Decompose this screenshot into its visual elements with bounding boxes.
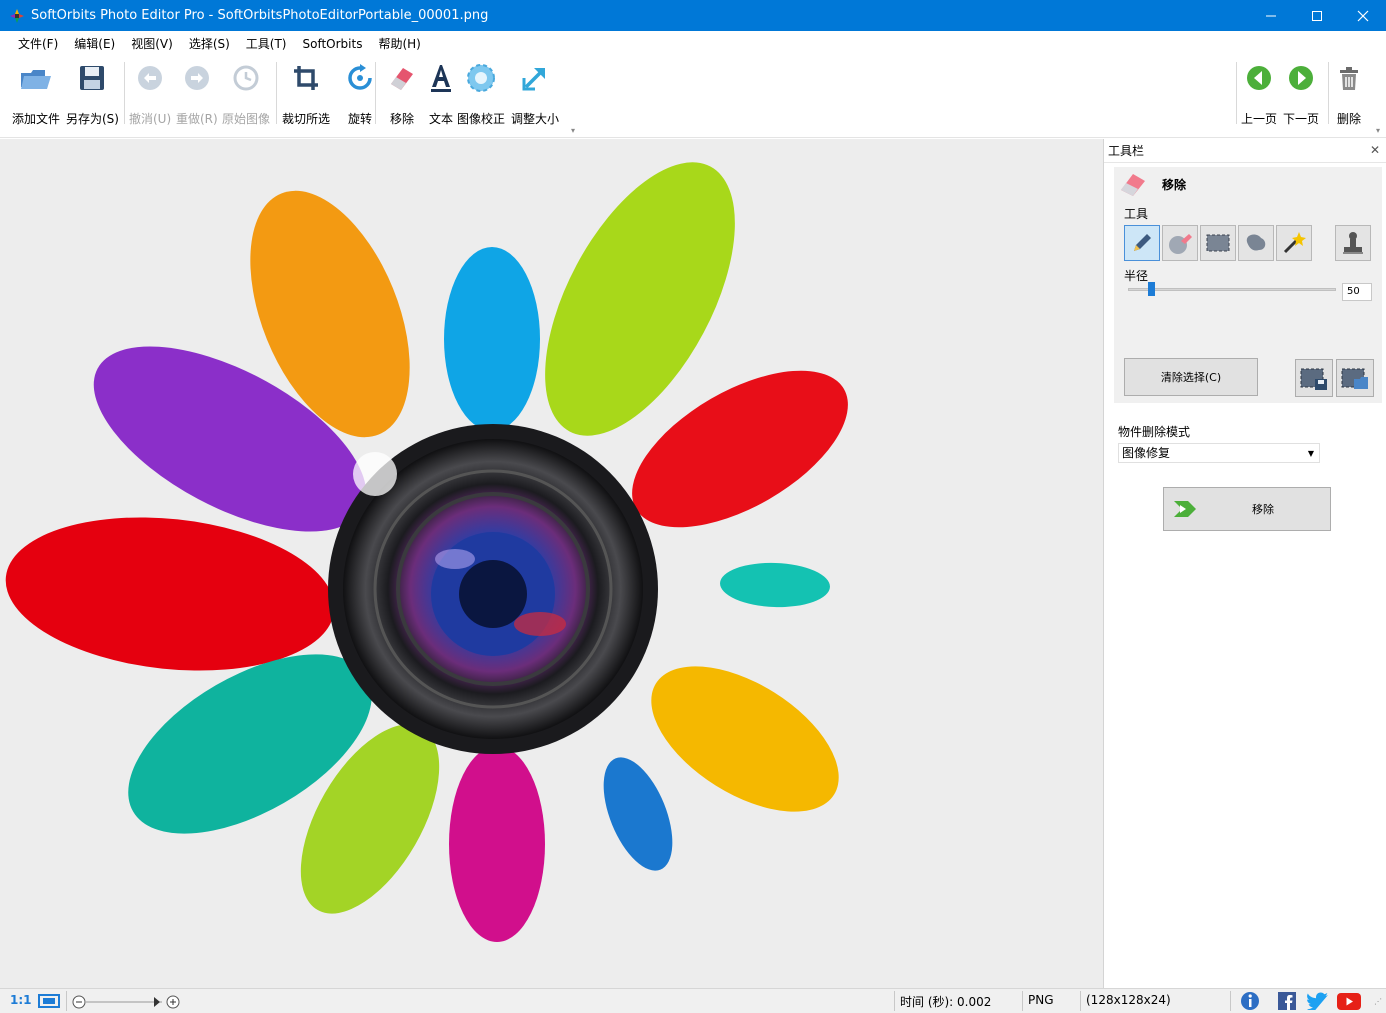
undo-button[interactable]: 撤消(U) xyxy=(129,60,171,128)
save-mask-icon xyxy=(1300,368,1327,390)
image-correction-button[interactable]: 图像校正 xyxy=(457,60,505,128)
toolbar: 添加文件 另存为(S) 撤消(U) 重做(R) 原始图像 裁切所选 旋转 移除 … xyxy=(0,56,1386,138)
radius-slider[interactable] xyxy=(1128,288,1336,291)
eraser-icon xyxy=(391,68,413,90)
panel-close-icon[interactable]: ✕ xyxy=(1370,143,1380,157)
pencil-icon xyxy=(1134,234,1151,251)
toolbar-overflow-icon[interactable]: ▾ xyxy=(571,126,575,135)
save-selection-button[interactable] xyxy=(1295,359,1333,397)
app-logo-icon xyxy=(10,8,24,23)
radius-slider-thumb[interactable] xyxy=(1148,282,1155,296)
eraser-brush-icon xyxy=(1169,234,1192,254)
status-bar: 1:1 时间 (秒): 0.002 PNG (128x128x24) ⋰ xyxy=(0,988,1386,1013)
next-page-button[interactable]: 下一页 xyxy=(1283,60,1319,128)
tool-selector xyxy=(1124,225,1312,261)
chevron-down-icon: ▼ xyxy=(1307,449,1314,458)
close-button[interactable] xyxy=(1340,0,1386,31)
youtube-icon[interactable] xyxy=(1337,993,1361,1010)
remove-section-title: 移除 xyxy=(1118,171,1186,197)
tool-panel: 工具栏 ✕ 移除 工具 半径 50 清除选择(C) 物件删除模式 图像修复 ▼ … xyxy=(1103,139,1386,988)
window-title: SoftOrbits Photo Editor Pro - SoftOrbits… xyxy=(31,8,489,23)
minimize-button[interactable] xyxy=(1248,0,1294,31)
menu-bar: 文件(F) 编辑(E) 视图(V) 选择(S) 工具(T) SoftOrbits… xyxy=(0,31,1386,56)
menu-softorbits[interactable]: SoftOrbits xyxy=(295,34,371,54)
fit-window-icon[interactable] xyxy=(37,993,61,1009)
removal-mode-select[interactable]: 图像修复 ▼ xyxy=(1118,443,1320,463)
arrow-right-icon xyxy=(1289,66,1313,90)
open-mask-icon xyxy=(1341,368,1368,389)
text-icon xyxy=(431,65,451,92)
history-clock-icon xyxy=(233,65,259,91)
rectangle-select-button[interactable] xyxy=(1200,225,1236,261)
processing-time: 时间 (秒): 0.002 xyxy=(900,995,992,1009)
load-selection-button[interactable] xyxy=(1336,359,1374,397)
menu-view[interactable]: 视图(V) xyxy=(123,32,181,55)
remove-button[interactable]: 移除 xyxy=(384,60,420,128)
resize-button[interactable]: 调整大小 xyxy=(511,60,559,128)
crop-selection-button[interactable]: 裁切所选 xyxy=(282,60,330,128)
rectangle-select-icon xyxy=(1206,234,1230,252)
resize-grip-icon[interactable]: ⋰ xyxy=(1374,997,1382,1006)
rotate-icon xyxy=(348,64,372,90)
pencil-tool-button[interactable] xyxy=(1124,225,1160,261)
radius-value[interactable]: 50 xyxy=(1342,283,1372,301)
redo-icon xyxy=(184,66,209,90)
undo-icon xyxy=(138,66,163,90)
trash-icon xyxy=(1340,67,1358,90)
removal-mode-label: 物件删除模式 xyxy=(1118,425,1191,439)
text-button[interactable]: 文本 xyxy=(423,60,459,128)
maximize-button[interactable] xyxy=(1294,0,1340,31)
image-correction-icon xyxy=(467,64,495,92)
facebook-icon[interactable] xyxy=(1278,992,1296,1010)
lasso-select-button[interactable] xyxy=(1238,225,1274,261)
eraser-tool-button[interactable] xyxy=(1162,225,1198,261)
twitter-icon[interactable] xyxy=(1307,992,1329,1010)
panel-header: 工具栏 ✕ xyxy=(1104,139,1386,163)
green-arrow-icon xyxy=(1174,501,1196,517)
info-icon[interactable] xyxy=(1240,991,1260,1011)
lasso-icon xyxy=(1246,234,1266,251)
tools-label: 工具 xyxy=(1124,207,1149,221)
image-format: PNG xyxy=(1028,993,1054,1007)
redo-button[interactable]: 重做(R) xyxy=(176,60,218,128)
minimize-icon xyxy=(1266,15,1276,16)
rotate-button[interactable]: 旋转 xyxy=(342,60,378,128)
save-as-button[interactable]: 另存为(S) xyxy=(66,60,119,128)
delete-button[interactable]: 删除 xyxy=(1331,60,1367,128)
arrow-left-icon xyxy=(1247,66,1271,90)
stamp-tool-button[interactable] xyxy=(1335,225,1371,261)
flower-camera-image xyxy=(5,162,848,942)
clone-stamp-icon xyxy=(1343,232,1363,254)
maximize-icon xyxy=(1312,10,1322,21)
open-folder-icon xyxy=(21,70,51,89)
image-dimensions: (128x128x24) xyxy=(1086,993,1171,1007)
save-icon xyxy=(80,66,105,90)
zoom-slider[interactable] xyxy=(72,995,182,1009)
panel-title: 工具栏 xyxy=(1108,144,1145,158)
close-icon xyxy=(1357,10,1369,21)
title-bar: SoftOrbits Photo Editor Pro - SoftOrbits… xyxy=(0,0,1386,31)
original-image-button[interactable]: 原始图像 xyxy=(222,60,270,128)
add-file-button[interactable]: 添加文件 xyxy=(12,60,60,128)
actual-size-button[interactable]: 1:1 xyxy=(10,993,32,1007)
menu-select[interactable]: 选择(S) xyxy=(181,32,238,55)
run-remove-button[interactable]: 移除 xyxy=(1163,487,1331,531)
clear-selection-button[interactable]: 清除选择(C) xyxy=(1124,358,1258,396)
crop-icon xyxy=(294,66,318,90)
menu-file[interactable]: 文件(F) xyxy=(10,32,66,55)
menu-help[interactable]: 帮助(H) xyxy=(370,32,428,55)
magic-wand-button[interactable] xyxy=(1276,225,1312,261)
image-canvas[interactable] xyxy=(0,139,1103,988)
eraser-icon xyxy=(1121,174,1145,196)
toolbar-overflow-right-icon[interactable]: ▾ xyxy=(1376,126,1380,135)
prev-page-button[interactable]: 上一页 xyxy=(1241,60,1277,128)
menu-edit[interactable]: 编辑(E) xyxy=(66,32,123,55)
menu-tools[interactable]: 工具(T) xyxy=(238,32,295,55)
resize-arrow-icon xyxy=(522,68,545,91)
radius-label: 半径 xyxy=(1124,269,1149,283)
magic-wand-icon xyxy=(1283,232,1306,254)
